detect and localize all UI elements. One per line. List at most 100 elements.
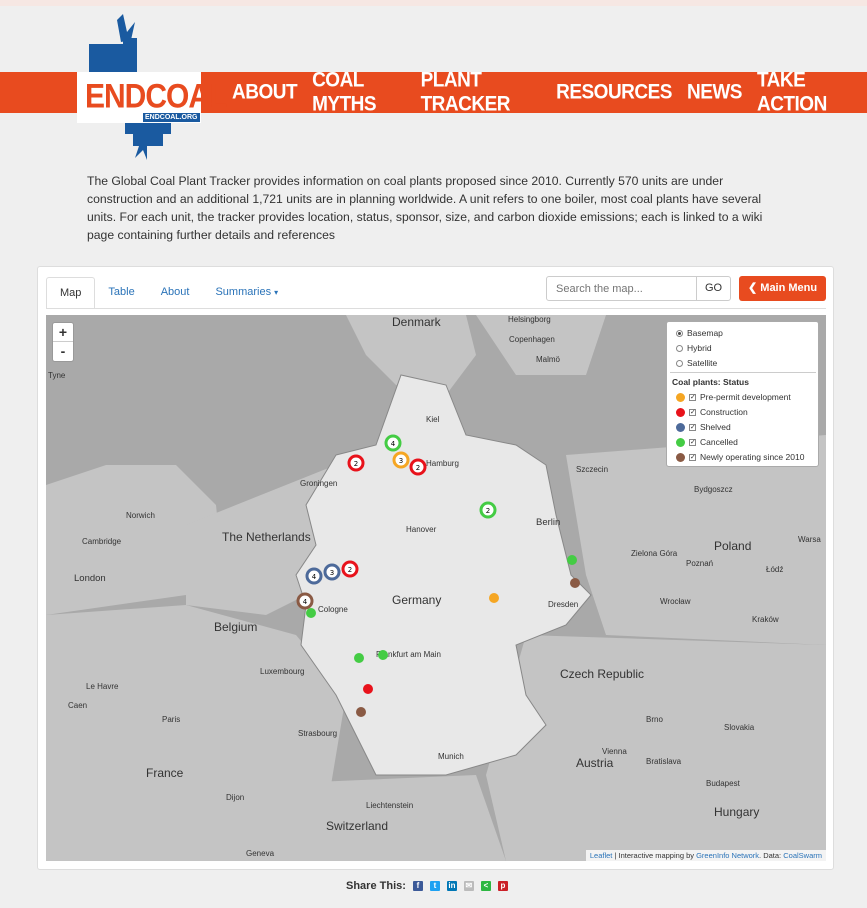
radio-icon	[676, 329, 683, 337]
status-shelved[interactable]: ✓ Shelved	[676, 422, 731, 432]
svg-text:2: 2	[354, 460, 358, 468]
status-cancelled[interactable]: ✓ Cancelled	[676, 437, 738, 447]
hybrid-option[interactable]: Hybrid	[676, 343, 712, 353]
tracker-panel: Map Table About Summaries ▾ GO ❮ Main Me…	[37, 266, 834, 870]
status-swatch	[676, 422, 685, 432]
status-swatch	[676, 437, 685, 447]
svg-text:2: 2	[486, 507, 490, 515]
radio-icon	[676, 359, 683, 367]
tab-underline	[46, 308, 826, 309]
main-menu-label: Main Menu	[760, 282, 818, 294]
plant-marker[interactable]	[567, 555, 577, 565]
tab-bar: Map Table About Summaries ▾	[46, 277, 291, 309]
plant-marker[interactable]	[356, 707, 366, 717]
legend-title: Coal plants: Status	[672, 377, 749, 387]
cluster-marker[interactable]: 3	[323, 563, 341, 581]
nav-coal-myths[interactable]: COAL MYTHS	[312, 68, 406, 116]
cluster-marker[interactable]: 4	[296, 592, 314, 610]
share-label: Share This:	[346, 880, 406, 892]
svg-text:3: 3	[399, 457, 403, 465]
tab-map[interactable]: Map	[46, 277, 96, 309]
chevron-left-icon: ❮	[748, 282, 758, 294]
status-label: Pre-permit development	[700, 392, 791, 402]
logo-text: ENDCOAL	[85, 77, 227, 116]
basemap-label: Basemap	[687, 328, 723, 338]
plant-marker[interactable]	[378, 650, 388, 660]
svg-text:2: 2	[348, 566, 352, 574]
cluster-marker[interactable]: 2	[479, 501, 497, 519]
checkbox-icon[interactable]: ✓	[689, 393, 696, 401]
satellite-option[interactable]: Satellite	[676, 358, 717, 368]
cluster-marker[interactable]: 3	[392, 451, 410, 469]
svg-text:2: 2	[416, 464, 420, 472]
plant-marker[interactable]	[306, 608, 316, 618]
nav-plant-tracker[interactable]: PLANT TRACKER	[421, 68, 542, 116]
status-label: Shelved	[700, 422, 731, 432]
zoom-out-button[interactable]: -	[53, 342, 73, 361]
intro-text: The Global Coal Plant Tracker provides i…	[87, 174, 763, 242]
share-bar: Share This: f t in ✉ < p	[346, 880, 508, 892]
tab-about[interactable]: About	[148, 277, 203, 309]
logo-subtext: ENDCOAL.ORG	[143, 113, 200, 122]
zoom-in-button[interactable]: +	[53, 323, 73, 342]
checkbox-icon[interactable]: ✓	[689, 438, 696, 446]
pinterest-icon[interactable]: p	[497, 881, 508, 891]
status-newly-operating[interactable]: ✓ Newly operating since 2010	[676, 452, 804, 462]
cluster-marker[interactable]: 2	[409, 458, 427, 476]
share-icon[interactable]: <	[480, 881, 491, 891]
cluster-marker[interactable]: 4	[305, 567, 323, 585]
checkbox-icon[interactable]: ✓	[689, 453, 696, 461]
endcoal-logo[interactable]: ENDCOAL ENDCOAL.ORG	[77, 10, 227, 160]
satellite-label: Satellite	[687, 358, 718, 368]
status-construction[interactable]: ✓ Construction	[676, 407, 748, 417]
checkbox-icon[interactable]: ✓	[689, 408, 696, 416]
top-strip	[0, 0, 867, 6]
plant-marker[interactable]	[570, 578, 580, 588]
greeninfo-link[interactable]: GreenInfo Network	[696, 851, 759, 860]
twitter-icon[interactable]: t	[429, 881, 440, 891]
email-icon[interactable]: ✉	[463, 881, 474, 891]
plant-marker[interactable]	[354, 653, 364, 663]
tab-table[interactable]: Table	[95, 277, 147, 309]
basemap-option[interactable]: Basemap	[676, 328, 723, 338]
status-label: Construction	[700, 407, 748, 417]
status-label: Cancelled	[700, 437, 738, 447]
cluster-marker[interactable]: 2	[341, 560, 359, 578]
map-search-input[interactable]	[546, 276, 697, 301]
status-swatch	[676, 392, 685, 402]
attribution-data: . Data:	[759, 851, 782, 860]
svg-text:4: 4	[391, 440, 396, 448]
checkbox-icon[interactable]: ✓	[689, 423, 696, 431]
plant-marker[interactable]	[489, 593, 499, 603]
map-legend: Basemap Hybrid Satellite Coal plants: St…	[666, 321, 819, 467]
map-canvas[interactable]: Denmark The Netherlands Germany Belgium …	[46, 315, 826, 861]
radio-icon	[676, 344, 683, 352]
coalswarm-link[interactable]: CoalSwarm	[783, 851, 822, 860]
svg-text:3: 3	[330, 569, 334, 577]
nav-about[interactable]: ABOUT	[232, 80, 298, 104]
main-menu-button[interactable]: ❮ Main Menu	[739, 276, 826, 301]
plant-marker[interactable]	[363, 684, 373, 694]
legend-divider	[670, 372, 816, 373]
leaflet-link[interactable]: Leaflet	[590, 851, 613, 860]
facebook-icon[interactable]: f	[412, 881, 423, 891]
status-swatch	[676, 452, 685, 462]
status-label: Newly operating since 2010	[700, 452, 805, 462]
caret-down-icon: ▾	[274, 288, 279, 297]
tab-summaries[interactable]: Summaries ▾	[202, 277, 291, 309]
nav-resources[interactable]: RESOURCES	[556, 80, 672, 104]
hybrid-label: Hybrid	[687, 343, 712, 353]
status-swatch	[676, 407, 685, 417]
status-pre-permit[interactable]: ✓ Pre-permit development	[676, 392, 791, 402]
cluster-marker[interactable]: 4	[384, 434, 402, 452]
nav-news[interactable]: NEWS	[687, 80, 743, 104]
linkedin-icon[interactable]: in	[446, 881, 457, 891]
map-attribution: Leaflet | Interactive mapping by GreenIn…	[585, 850, 826, 861]
cluster-marker[interactable]: 2	[347, 454, 365, 472]
svg-text:4: 4	[303, 598, 308, 606]
svg-text:4: 4	[312, 573, 317, 581]
main-nav: ABOUT COAL MYTHS PLANT TRACKER RESOURCES…	[232, 68, 867, 115]
nav-take-action[interactable]: TAKE ACTION	[757, 68, 852, 116]
attribution-text: | Interactive mapping by	[614, 851, 695, 860]
search-go-button[interactable]: GO	[696, 276, 731, 301]
